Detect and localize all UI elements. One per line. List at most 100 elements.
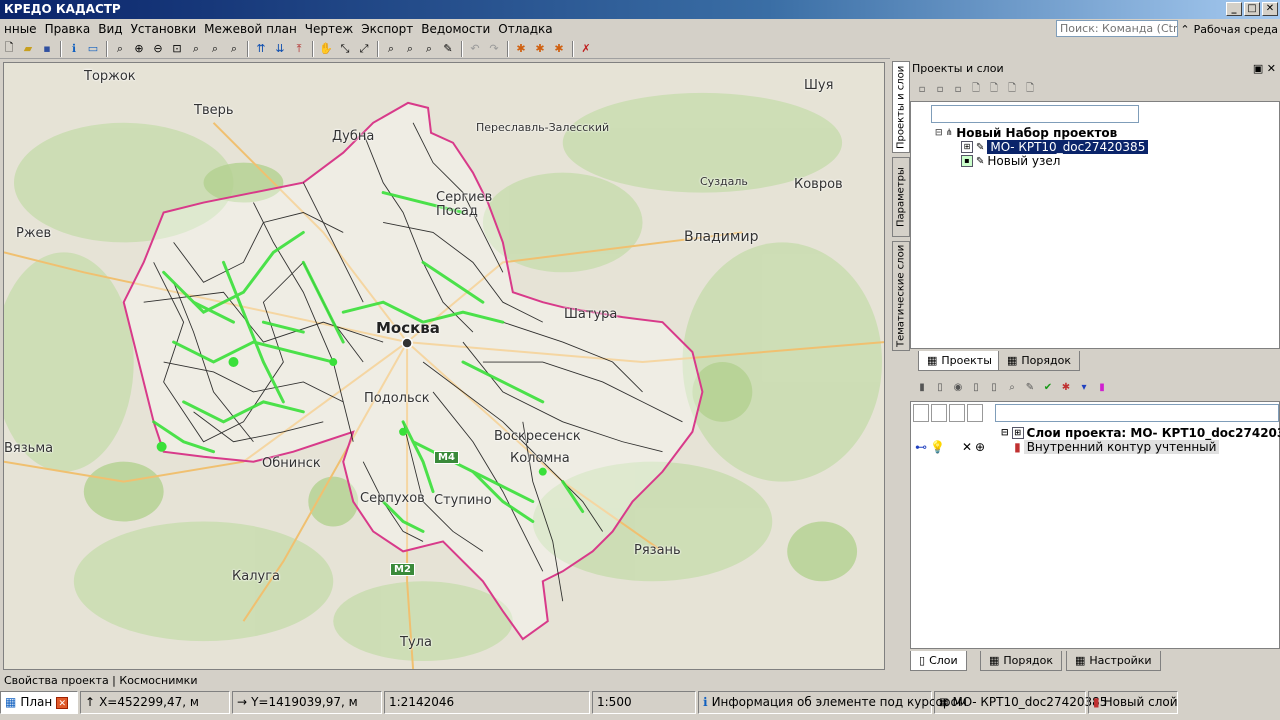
menu-view[interactable]: Вид — [94, 19, 126, 39]
select-icon[interactable]: ⌕ — [382, 40, 400, 58]
pin-icon[interactable]: ▣ ✕ — [1253, 61, 1276, 77]
vertical-tabs: Проекты и слои Параметры Тематические сл… — [890, 59, 910, 359]
layer-icon[interactable]: ▮ — [914, 379, 930, 395]
layer-color-icon[interactable]: ▮ — [1094, 379, 1110, 395]
new-icon[interactable]: 🗋 — [0, 40, 18, 58]
document-icon[interactable]: 🗋 — [1004, 81, 1020, 97]
select-icon[interactable]: ✱ — [1058, 379, 1074, 395]
menu-edit[interactable]: Правка — [41, 19, 95, 39]
projects-tab-icon: ▦ — [927, 354, 938, 367]
layers-root[interactable]: ⊟ ⊞ Слои проекта: МО- КРТ10_doc27420385 — [1001, 426, 1280, 440]
city-label: Ковров — [794, 177, 843, 192]
bulb-icon[interactable]: 💡 — [930, 440, 945, 454]
close-icon[interactable]: ✕ — [56, 696, 69, 709]
active-project[interactable]: ▦ МО- КРТ10_doc27420385 — [934, 691, 1107, 714]
tab-layers[interactable]: ▯ Слои — [910, 651, 967, 671]
open-folder-icon[interactable]: ▰ — [19, 40, 37, 58]
close-button[interactable]: ✕ — [1262, 2, 1278, 16]
add-icon[interactable]: ▫ — [914, 81, 930, 97]
layer-top-icon[interactable]: ⤒ — [290, 40, 308, 58]
menu-data[interactable]: нные — [0, 19, 41, 39]
clear-icon[interactable]: ✗ — [577, 40, 595, 58]
tree-node-project[interactable]: ⊞ ✎ МО- КРТ10_doc27420385 — [961, 140, 1149, 154]
menu-debug[interactable]: Отладка — [494, 19, 556, 39]
properties-icon[interactable]: ⌕ — [420, 40, 438, 58]
plan-tab[interactable]: ▦ План ✕ — [0, 691, 78, 714]
tree-node-label: МО- КРТ10_doc27420385 — [987, 140, 1149, 154]
tree-node-project-set[interactable]: ⊟ ⋔ Новый Набор проектов — [935, 126, 1117, 140]
copy-icon[interactable]: 🗋 — [986, 81, 1002, 97]
document-icon[interactable]: 🗋 — [968, 81, 984, 97]
pan-hand-icon[interactable]: ✋ — [317, 40, 335, 58]
plan-scale[interactable]: 1:500 — [592, 691, 696, 714]
zoom-window-icon[interactable]: ⌕ — [111, 40, 129, 58]
map-view[interactable]: Торжок Тверь Дубна Переславль-Залесский … — [3, 62, 885, 670]
fit-icon[interactable]: ⤡ — [336, 40, 354, 58]
plan-icon: ▦ — [5, 695, 17, 709]
map-scale: 1:2142046 — [384, 691, 590, 714]
tree-node-new-node[interactable]: ▪ ✎ Новый узел — [961, 154, 1060, 168]
menu-settings[interactable]: Установки — [127, 19, 201, 39]
zoom-previous-icon[interactable]: ⌕ — [187, 40, 205, 58]
tab-layer-settings[interactable]: ▦ Настройки — [1066, 651, 1161, 671]
unlink-icon[interactable]: ▫ — [950, 81, 966, 97]
city-label: Серпухов — [360, 491, 425, 506]
crosshair-icon[interactable]: ⊕ — [975, 440, 985, 454]
zoom-extent-icon[interactable]: ⊡ — [168, 40, 186, 58]
menu-statements[interactable]: Ведомости — [417, 19, 494, 39]
node-edit-icon[interactable]: ✱ — [531, 40, 549, 58]
measure-icon[interactable]: ⌕ — [401, 40, 419, 58]
zoom-all-icon[interactable]: ⌕ — [225, 40, 243, 58]
layer-down-icon[interactable]: ⇊ — [271, 40, 289, 58]
tab-layer-order[interactable]: ▦ Порядок — [980, 651, 1062, 671]
window-icon[interactable]: ▭ — [84, 40, 102, 58]
layer-row[interactable]: ⊷ 💡 ✕ ⊕ ▮ Внутренний контур учтенный — [915, 440, 1220, 454]
layers-filter-input[interactable] — [995, 404, 1279, 422]
search-icon[interactable]: ⌕ — [1004, 379, 1020, 395]
vtab-thematic-layers[interactable]: Тематические слои — [892, 241, 910, 351]
filter-toggle[interactable] — [931, 404, 947, 422]
undo-icon[interactable]: ↶ — [466, 40, 484, 58]
zoom-in-icon[interactable]: ⊕ — [130, 40, 148, 58]
filter-toggle[interactable] — [967, 404, 983, 422]
save-icon[interactable]: ▪ — [38, 40, 56, 58]
zoom-next-icon[interactable]: ⌕ — [206, 40, 224, 58]
minimize-button[interactable]: _ — [1226, 2, 1242, 16]
city-label: Рязань — [634, 543, 681, 558]
check-icon[interactable]: ✔ — [1040, 379, 1056, 395]
workspace-selector[interactable]: ⌃ Рабочая среда — [1180, 19, 1278, 39]
brush-icon[interactable]: ✎ — [439, 40, 457, 58]
info-icon[interactable]: ℹ — [65, 40, 83, 58]
redo-icon[interactable]: ↷ — [485, 40, 503, 58]
command-search-input[interactable] — [1056, 20, 1178, 37]
zoom-out-icon[interactable]: ⊖ — [149, 40, 167, 58]
layer-down-icon[interactable]: ▾ — [1076, 379, 1092, 395]
copy-icon[interactable]: ▯ — [968, 379, 984, 395]
active-layer[interactable]: ▮ Новый слой — [1088, 691, 1178, 714]
node-icon[interactable]: ✱ — [512, 40, 530, 58]
menu-export[interactable]: Экспорт — [357, 19, 417, 39]
node-delete-icon[interactable]: ✱ — [550, 40, 568, 58]
link-icon[interactable]: ▫ — [932, 81, 948, 97]
vtab-parameters[interactable]: Параметры — [892, 157, 910, 237]
maximize-button[interactable]: □ — [1244, 2, 1260, 16]
filter-toggle[interactable] — [949, 404, 965, 422]
cursor-info[interactable]: ℹ Информация об элементе под курсором — [698, 691, 967, 714]
menu-drawing[interactable]: Чертеж — [301, 19, 357, 39]
filter-toggle[interactable] — [913, 404, 929, 422]
menu-boundary-plan[interactable]: Межевой план — [200, 19, 301, 39]
tab-order[interactable]: ▦ Порядок — [998, 351, 1080, 371]
projects-filter-input[interactable] — [931, 105, 1139, 123]
fullscreen-icon[interactable]: ⤢ — [355, 40, 373, 58]
layer-up-icon[interactable]: ⇈ — [252, 40, 270, 58]
order-tab-icon: ▦ — [1007, 354, 1018, 367]
vtab-projects-layers[interactable]: Проекты и слои — [892, 61, 910, 153]
tab-projects[interactable]: ▦ Проекты — [918, 351, 1001, 371]
layer-icon[interactable]: ▯ — [932, 379, 948, 395]
document-icon[interactable]: 🗋 — [1022, 81, 1038, 97]
layer-icon[interactable]: ▯ — [986, 379, 1002, 395]
close-icon[interactable]: ✕ — [962, 440, 972, 454]
toolbar-separator — [312, 40, 314, 57]
brush-icon[interactable]: ✎ — [1022, 379, 1038, 395]
eye-icon[interactable]: ◉ — [950, 379, 966, 395]
